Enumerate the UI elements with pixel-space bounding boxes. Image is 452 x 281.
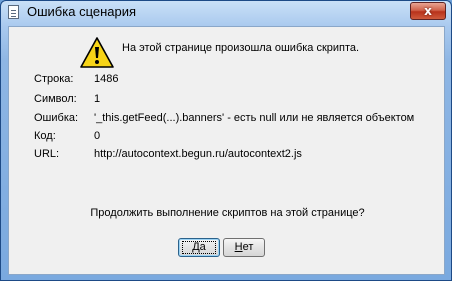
detail-label: URL:	[34, 148, 60, 160]
detail-label: Ошибка:	[34, 112, 79, 124]
detail-label: Строка:	[34, 73, 74, 85]
detail-label: Код:	[34, 130, 56, 142]
no-button[interactable]: Нет	[223, 238, 265, 257]
detail-value: '_this.getFeed(...).banners' - есть null…	[94, 112, 415, 124]
yes-button[interactable]: Да	[178, 238, 220, 257]
detail-value: 0	[94, 130, 101, 142]
detail-value: 1	[94, 93, 101, 105]
close-icon: x	[424, 4, 432, 18]
detail-value: 1486	[94, 73, 119, 85]
window-title: Ошибка сценария	[27, 4, 137, 19]
script-error-dialog: Ошибка сценария x На этой странице произ…	[0, 0, 452, 281]
dialog-body: На этой странице произошла ошибка скрипт…	[8, 26, 445, 275]
script-document-icon	[8, 5, 19, 19]
close-button[interactable]: x	[410, 2, 446, 20]
no-label-rest: ет	[242, 241, 254, 253]
detail-label: Символ:	[34, 93, 77, 105]
continue-question: Продолжить выполнение скриптов на этой с…	[90, 207, 365, 219]
focus-rectangle	[182, 241, 216, 254]
detail-value: http://autocontext.begun.ru/autocontext2…	[94, 148, 302, 160]
error-message: На этой странице произошла ошибка скрипт…	[122, 42, 360, 54]
warning-icon	[80, 37, 114, 68]
no-mnemonic: Н	[234, 241, 243, 253]
title-bar[interactable]: Ошибка сценария x	[1, 1, 451, 25]
